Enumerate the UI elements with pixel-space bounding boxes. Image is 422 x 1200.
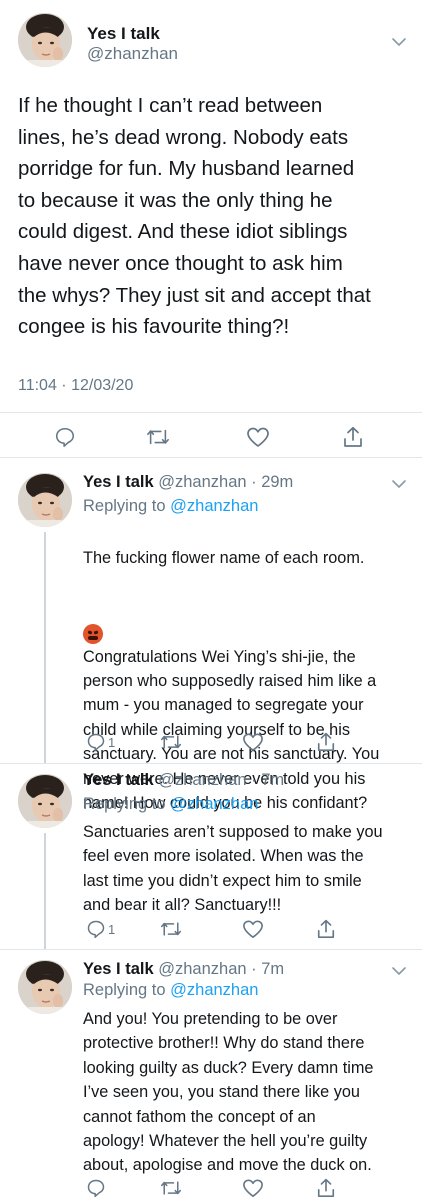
- chevron-down-icon[interactable]: [390, 962, 408, 980]
- tweet-text: And you! You pretending to be over prote…: [83, 1010, 374, 1175]
- reply-header[interactable]: Yes I talk @zhanzhan · 29m: [83, 473, 293, 492]
- reply-tweet: Yes I talk @zhanzhan · 29m Replying to @…: [0, 458, 422, 812]
- avatar[interactable]: [18, 13, 72, 67]
- share-icon[interactable]: [316, 917, 336, 941]
- main-tweet: Yes I talk @zhanzhan If he thought I can…: [0, 0, 422, 458]
- replying-label: Replying to: [83, 497, 166, 515]
- reply-count: 1: [108, 921, 116, 937]
- retweet-icon[interactable]: [160, 730, 182, 754]
- avatar[interactable]: [18, 473, 72, 527]
- tweet-text: Sanctuaries aren’t supposed to make you …: [83, 823, 383, 915]
- angry-face-emoji-icon: [83, 624, 103, 645]
- handle-and-time: @zhanzhan · 7m: [158, 771, 285, 789]
- user-handle[interactable]: @zhanzhan: [87, 44, 178, 64]
- handle-and-time: @zhanzhan · 7m: [158, 960, 285, 978]
- replying-to-link[interactable]: @zhanzhan: [170, 795, 258, 813]
- reply-tweet: Yes I talk @zhanzhan · 7m Replying to @z…: [0, 950, 422, 1200]
- chevron-down-icon[interactable]: [390, 33, 408, 51]
- replying-to: Replying to @zhanzhan: [83, 795, 258, 814]
- reply-header[interactable]: Yes I talk @zhanzhan · 7m: [83, 771, 284, 790]
- reply-icon[interactable]: [54, 425, 76, 449]
- replying-label: Replying to: [83, 795, 166, 813]
- tweet-timestamp[interactable]: 11:04 · 12/03/20: [18, 377, 133, 395]
- divider: [0, 412, 422, 413]
- tweet-text-line: The fucking flower name of each room.: [83, 549, 365, 568]
- action-bar: 1: [0, 917, 422, 941]
- share-icon[interactable]: [342, 425, 364, 449]
- retweet-icon[interactable]: [160, 1176, 182, 1200]
- retweet-icon[interactable]: [146, 425, 170, 449]
- reply-tweet: Yes I talk @zhanzhan · 7m Replying to @z…: [0, 764, 422, 950]
- share-icon[interactable]: [316, 1176, 336, 1200]
- tweet-text: If he thought I can’t read between lines…: [18, 94, 371, 339]
- reply-header[interactable]: Yes I talk @zhanzhan · 7m: [83, 960, 284, 979]
- reply-icon[interactable]: 1: [86, 730, 115, 754]
- replying-to: Replying to @zhanzhan: [83, 981, 258, 1000]
- chevron-down-icon[interactable]: [390, 475, 408, 493]
- display-name[interactable]: Yes I talk: [83, 473, 154, 491]
- replying-label: Replying to: [83, 981, 166, 999]
- reply-icon[interactable]: 1: [86, 917, 115, 941]
- like-icon[interactable]: [242, 1176, 264, 1200]
- action-bar: [0, 1176, 422, 1200]
- reply-count: 1: [108, 734, 116, 750]
- action-bar: 1: [0, 730, 422, 754]
- avatar[interactable]: [18, 960, 72, 1014]
- share-icon[interactable]: [316, 730, 336, 754]
- replying-to-link[interactable]: @zhanzhan: [170, 497, 258, 515]
- action-bar: [0, 425, 422, 449]
- display-name[interactable]: Yes I talk: [83, 771, 154, 789]
- display-name[interactable]: Yes I talk: [83, 960, 154, 978]
- like-icon[interactable]: [242, 730, 264, 754]
- reply-icon[interactable]: [86, 1176, 108, 1200]
- replying-to: Replying to @zhanzhan: [83, 497, 258, 516]
- like-icon[interactable]: [246, 425, 270, 449]
- avatar[interactable]: [18, 774, 72, 828]
- retweet-icon[interactable]: [160, 917, 182, 941]
- display-name[interactable]: Yes I talk: [87, 24, 160, 44]
- like-icon[interactable]: [242, 917, 264, 941]
- handle-and-time: @zhanzhan · 29m: [158, 473, 294, 491]
- emoji-row: [83, 595, 408, 645]
- replying-to-link[interactable]: @zhanzhan: [170, 981, 258, 999]
